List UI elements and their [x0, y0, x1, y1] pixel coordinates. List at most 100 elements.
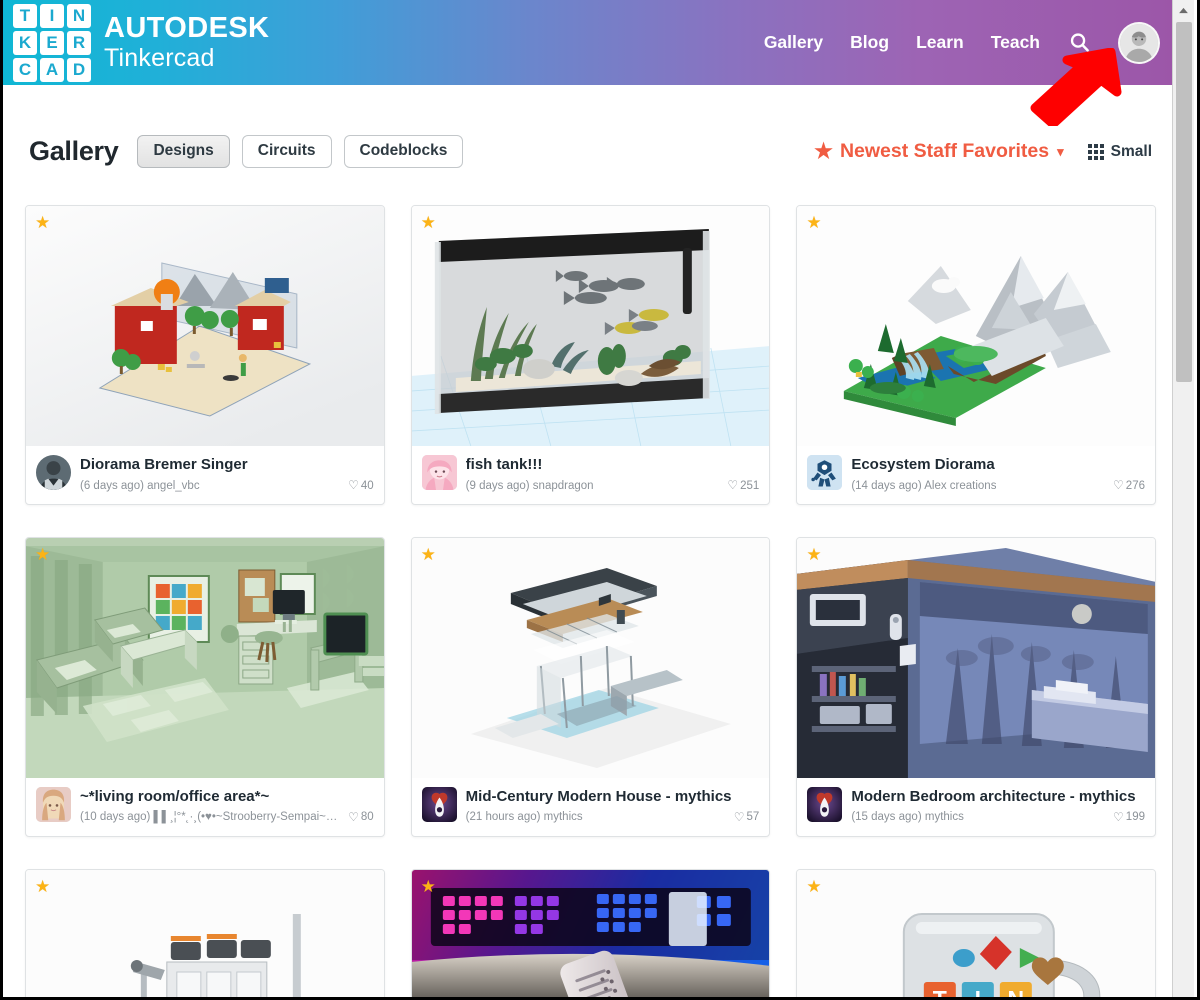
heart-icon: ♡ — [1113, 810, 1124, 825]
scroll-up-button[interactable] — [1173, 0, 1194, 20]
design-card-meta: fish tank!!! (9 days ago) snapdragon ♡ 2… — [466, 455, 760, 494]
staff-favorite-star-icon: ★ — [420, 544, 436, 564]
design-card-meta: Mid-Century Modern House - mythics (21 h… — [466, 787, 760, 826]
design-title[interactable]: Modern Bedroom architecture - mythics — [851, 787, 1145, 807]
design-title[interactable]: Mid-Century Modern House - mythics — [466, 787, 760, 807]
nav-item-gallery[interactable]: Gallery — [764, 32, 823, 53]
staff-favorite-star-icon: ★ — [806, 213, 822, 232]
user-avatar[interactable] — [1118, 21, 1160, 64]
design-thumbnail[interactable]: ★ — [26, 537, 384, 778]
svg-text:I: I — [975, 986, 981, 1000]
design-title[interactable]: Ecosystem Diorama — [851, 455, 1145, 475]
like-number: 57 — [746, 811, 760, 824]
search-icon[interactable] — [1067, 31, 1091, 55]
design-thumbnail[interactable]: ★ — [797, 869, 1155, 1000]
like-count: ♡ 80 — [342, 810, 374, 826]
logo-wordmark: AUTODESK Tinkercad — [104, 13, 269, 72]
design-card-meta: Modern Bedroom architecture - mythics (1… — [851, 787, 1145, 826]
like-number: 80 — [360, 811, 374, 824]
design-author[interactable]: Alex creations — [924, 480, 996, 492]
like-count: ♡ 57 — [728, 810, 760, 826]
avatar[interactable] — [807, 455, 843, 490]
design-author[interactable]: angel_vbc — [147, 480, 199, 492]
logo-tile-e: E — [40, 30, 64, 55]
staff-favorite-star-icon: ★ — [420, 213, 436, 232]
view-size-toggle[interactable]: Small — [1087, 142, 1152, 161]
sort-dropdown[interactable]: ★ Newest Staff Favorites ▾ — [814, 140, 1064, 163]
design-card-meta: Diorama Bremer Singer (6 days ago) angel… — [80, 455, 374, 494]
design-thumbnail[interactable]: ★ — [797, 537, 1155, 778]
design-card[interactable]: ★ — [796, 868, 1156, 1000]
heart-icon: ♡ — [348, 478, 359, 493]
design-card[interactable]: ★ — [410, 205, 771, 505]
avatar[interactable] — [36, 455, 71, 490]
design-thumbnail[interactable]: ★ — [797, 206, 1155, 446]
page-title: Gallery — [29, 136, 119, 166]
star-icon: ★ — [814, 140, 833, 163]
staff-favorite-star-icon: ★ — [420, 876, 436, 896]
design-card[interactable]: ★ — [410, 868, 771, 997]
tab-codeblocks[interactable]: Codeblocks — [343, 135, 464, 168]
sort-label: Newest Staff Favorites — [839, 140, 1050, 162]
design-time: (15 days ago) — [851, 811, 922, 824]
tab-designs[interactable]: Designs — [137, 135, 230, 168]
logo-tile-t: T — [13, 3, 37, 28]
design-card-body: Mid-Century Modern House - mythics (21 h… — [412, 778, 770, 836]
design-thumbnail[interactable]: ★ — [26, 869, 384, 997]
avatar[interactable] — [421, 786, 457, 822]
design-title[interactable]: Diorama Bremer Singer — [80, 455, 374, 475]
design-card[interactable]: ★ — [25, 868, 385, 997]
logo-tile-n: N — [67, 3, 91, 28]
design-card[interactable]: ★ — [796, 536, 1156, 837]
design-subline: (21 hours ago) mythics ♡ 57 — [466, 810, 760, 826]
like-count: ♡ 276 — [1107, 478, 1145, 494]
design-card[interactable]: ★ — [796, 205, 1156, 505]
design-author[interactable]: mythics — [925, 811, 964, 823]
design-card-grid: ★ Diorama Bremer Singer (6 days ago) ang… — [3, 205, 1178, 1000]
avatar[interactable] — [421, 455, 457, 490]
design-thumbnail[interactable]: ★ — [26, 206, 384, 446]
heart-icon: ♡ — [727, 478, 739, 493]
svg-text:N: N — [1008, 986, 1025, 1000]
scrollbar-thumb[interactable] — [1176, 22, 1192, 382]
staff-favorite-star-icon: ★ — [35, 544, 51, 564]
design-thumbnail[interactable]: ★ — [411, 206, 770, 446]
logo-tile-d: D — [67, 57, 91, 82]
design-card-body: fish tank!!! (9 days ago) snapdragon ♡ 2… — [412, 446, 770, 504]
like-number: 199 — [1125, 811, 1145, 824]
design-card-body: Ecosystem Diorama (14 days ago) Alex cre… — [797, 446, 1155, 504]
vertical-scrollbar[interactable] — [1172, 0, 1194, 997]
view-size-label: Small — [1110, 142, 1152, 160]
avatar[interactable] — [807, 786, 843, 822]
design-time: (6 days ago) — [80, 479, 144, 492]
design-title[interactable]: fish tank!!! — [466, 455, 760, 475]
design-card[interactable]: ★ — [25, 205, 385, 505]
design-thumbnail[interactable]: ★ — [411, 537, 770, 778]
design-author[interactable]: ▌▌¸¦°*˛·¸(•♥•~Strooberry-Sempai~♥•)¸·˛*°… — [154, 811, 343, 823]
heart-icon: ♡ — [348, 810, 359, 825]
design-card-body: Modern Bedroom architecture - mythics (1… — [797, 778, 1155, 836]
tab-circuits[interactable]: Circuits — [241, 135, 332, 168]
nav-item-blog[interactable]: Blog — [850, 32, 889, 53]
product-name: Tinkercad — [104, 43, 215, 72]
browser-window: T I N K E R C A D AUTODESK Tinkercad Gal… — [0, 0, 1200, 1000]
design-card[interactable]: ★ — [25, 536, 385, 837]
design-author[interactable]: snapdragon — [533, 480, 594, 492]
staff-favorite-star-icon: ★ — [806, 544, 822, 564]
avatar[interactable] — [36, 786, 71, 822]
main-nav: Gallery Blog Learn Teach — [764, 21, 1164, 64]
design-author[interactable]: mythics — [544, 811, 583, 823]
design-title[interactable]: ~*living room/office area*~ — [80, 787, 374, 807]
design-time: (10 days ago) — [80, 811, 151, 824]
design-card[interactable]: ★ — [410, 536, 771, 837]
design-subline: (9 days ago) snapdragon ♡ 251 — [466, 478, 760, 494]
nav-item-teach[interactable]: Teach — [991, 32, 1040, 53]
design-thumbnail[interactable]: ★ — [411, 869, 770, 997]
design-time: (14 days ago) — [851, 479, 922, 492]
tinkercad-logo-grid: T I N K E R C A D — [13, 3, 91, 82]
like-number: 276 — [1125, 479, 1145, 492]
nav-item-learn[interactable]: Learn — [916, 32, 964, 53]
tinkercad-logo[interactable]: T I N K E R C A D AUTODESK Tinkercad — [13, 3, 269, 82]
logo-tile-a: A — [40, 57, 64, 82]
design-subline: (14 days ago) Alex creations ♡ 276 — [851, 478, 1145, 494]
